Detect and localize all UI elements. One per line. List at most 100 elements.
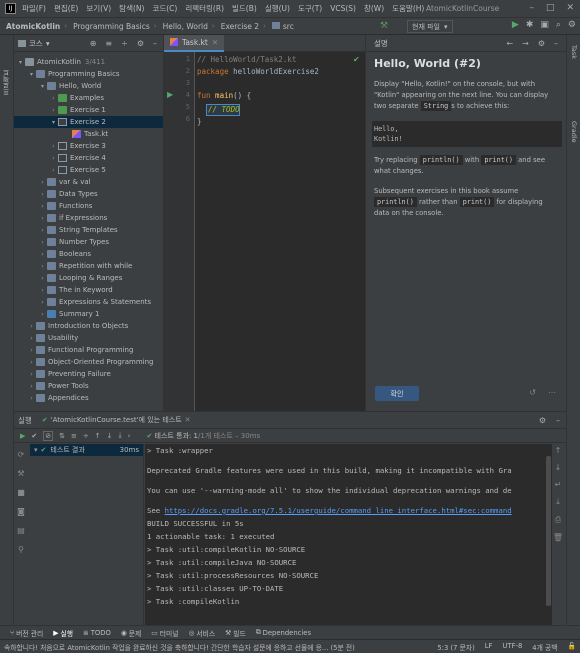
- run-icon[interactable]: ▶: [512, 20, 519, 30]
- tree-item-section[interactable]: › Functional Programming: [14, 344, 163, 356]
- tree-item-section[interactable]: › Object-Oriented Programming: [14, 356, 163, 368]
- tree-item-lesson[interactable]: › Repetition with while: [14, 260, 163, 272]
- trash-icon[interactable]: 🗑: [553, 533, 563, 542]
- settings-icon[interactable]: ⚙: [568, 20, 576, 30]
- project-tool-button[interactable]: 프로젝트: [2, 69, 12, 95]
- expand-icon[interactable]: ÷: [83, 432, 89, 440]
- tree-item-lesson[interactable]: ▾ Hello, World: [14, 80, 163, 92]
- camera-icon[interactable]: ◙: [17, 507, 25, 516]
- caret-position[interactable]: 5:3 (7 문자): [437, 642, 474, 652]
- tree-item-section[interactable]: › Introduction to Objects: [14, 320, 163, 332]
- tree-item-lesson[interactable]: › Expressions & Statements: [14, 296, 163, 308]
- menu-help[interactable]: 도움말(H): [392, 3, 424, 14]
- console-scrollbar[interactable]: [546, 456, 551, 606]
- maximize-icon[interactable]: □: [546, 3, 555, 13]
- search-icon[interactable]: ⌕: [556, 20, 561, 30]
- debug-icon[interactable]: ✱: [526, 20, 534, 30]
- more-icon[interactable]: ⋯: [548, 388, 556, 397]
- prev-failed-icon[interactable]: ↑: [95, 432, 101, 440]
- line-separator[interactable]: LF: [485, 642, 493, 652]
- tree-item-task[interactable]: › Exercise 4: [14, 152, 163, 164]
- arrow-down-icon[interactable]: ↓: [555, 463, 562, 472]
- tool-window-build[interactable]: ⚒ 빌드: [225, 628, 246, 638]
- menu-tools[interactable]: 도구(T): [298, 3, 322, 14]
- more-icon[interactable]: ›: [128, 432, 131, 440]
- sort-icon[interactable]: ⇅: [59, 432, 65, 440]
- code-line-1[interactable]: // HelloWorld/Task2.kt: [197, 55, 296, 64]
- code-line-5[interactable]: // TODO: [208, 105, 240, 114]
- rerun-failed-icon[interactable]: ⟳: [18, 450, 25, 459]
- tool-window-services[interactable]: ◎ 서비스: [188, 628, 215, 638]
- run-configuration-select[interactable]: 현재 파일 ▾: [407, 20, 453, 33]
- tree-item-task[interactable]: › Examples: [14, 92, 163, 104]
- next-failed-icon[interactable]: ↓: [107, 432, 113, 440]
- menu-file[interactable]: 파일(F): [22, 3, 46, 14]
- soft-wrap-icon[interactable]: ↵: [555, 480, 562, 489]
- run-gutter-icon[interactable]: ▶: [167, 90, 173, 99]
- stop-icon[interactable]: ■: [17, 488, 25, 497]
- chevron-down-icon[interactable]: ▾: [46, 39, 50, 48]
- tree-item-lesson[interactable]: › String Templates: [14, 224, 163, 236]
- expand-all-icon[interactable]: ÷: [121, 39, 128, 48]
- tree-item-section[interactable]: ▾ Programming Basics: [14, 68, 163, 80]
- editor-tab-task[interactable]: Task.kt ✕: [164, 34, 225, 52]
- hide-icon[interactable]: –: [554, 39, 558, 48]
- menu-window[interactable]: 창(W): [364, 3, 384, 14]
- tree-item-task[interactable]: › Exercise 3: [14, 140, 163, 152]
- gear-icon[interactable]: ⚙: [137, 39, 144, 48]
- breadcrumb-folder[interactable]: src: [271, 21, 294, 31]
- tree-item-root[interactable]: ▾ AtomicKotlin 3/411: [14, 56, 163, 68]
- rerun-icon[interactable]: ▶: [20, 432, 25, 440]
- code-line-6[interactable]: }: [197, 117, 202, 126]
- tree-item-lesson[interactable]: › The in Keyword: [14, 284, 163, 296]
- menu-vcs[interactable]: VCS(S): [330, 4, 356, 13]
- hide-icon[interactable]: –: [556, 416, 560, 425]
- layout-icon[interactable]: ▤: [17, 526, 25, 535]
- breadcrumb-root[interactable]: AtomicKotlin: [6, 22, 60, 31]
- code-line-2[interactable]: package helloWorldExercise2: [197, 67, 319, 76]
- menu-view[interactable]: 보기(V): [86, 3, 111, 14]
- status-message[interactable]: 속하합니다! 처음으로 AtomicKotlin 작업을 완료하신 것을 축하합…: [4, 642, 404, 652]
- menu-edit[interactable]: 편집(E): [54, 3, 78, 14]
- hide-icon[interactable]: –: [153, 39, 157, 48]
- pin-icon[interactable]: ⚲: [18, 545, 24, 554]
- menu-refactor[interactable]: 리팩터링(R): [185, 3, 224, 14]
- tree-item-lesson[interactable]: › Looping & Ranges: [14, 272, 163, 284]
- tree-item-lesson[interactable]: › Data Types: [14, 188, 163, 200]
- tool-window-problems[interactable]: ◉ 문제: [121, 628, 141, 638]
- tree-item-lesson[interactable]: › var & val: [14, 176, 163, 188]
- breadcrumb-lesson[interactable]: Hello, World: [163, 22, 208, 31]
- tree-item-section[interactable]: › Appendices: [14, 392, 163, 404]
- tool-window-run[interactable]: ▶ 실행: [53, 628, 73, 638]
- tool-window-terminal[interactable]: ▭ 터미널: [151, 628, 178, 638]
- tree-item-lesson[interactable]: › Booleans: [14, 248, 163, 260]
- close-tab-icon[interactable]: ✕: [185, 416, 191, 424]
- gradle-tool-button[interactable]: Gradle: [570, 121, 578, 143]
- tree-item-lesson[interactable]: › if Expressions: [14, 212, 163, 224]
- print-icon[interactable]: ⎙: [555, 515, 561, 525]
- breadcrumb-task[interactable]: Exercise 2: [221, 22, 259, 31]
- breadcrumb-section[interactable]: Programming Basics: [73, 22, 150, 31]
- tree-item-lesson[interactable]: › Number Types: [14, 236, 163, 248]
- tool-window-dependencies[interactable]: ⧉ Dependencies: [256, 628, 311, 637]
- menu-code[interactable]: 코드(C): [152, 3, 177, 14]
- reset-icon[interactable]: ↺: [529, 388, 536, 397]
- tree-item-task[interactable]: › Exercise 1: [14, 104, 163, 116]
- export-icon[interactable]: ⤓: [119, 431, 122, 440]
- gear-icon[interactable]: ⚙: [538, 39, 545, 48]
- coverage-icon[interactable]: ▣: [540, 20, 549, 30]
- tree-item-task[interactable]: › Exercise 5: [14, 164, 163, 176]
- tree-item-section[interactable]: › Power Tools: [14, 380, 163, 392]
- show-ignored-icon[interactable]: ⊘: [43, 430, 54, 441]
- tree-item-lesson[interactable]: › Summary 1: [14, 308, 163, 320]
- console-output[interactable]: > Task :wrapper Deprecated Gradle featur…: [145, 444, 552, 626]
- tool-window-todo[interactable]: ≣ TODO: [83, 629, 111, 637]
- arrow-left-icon[interactable]: ←: [506, 39, 513, 48]
- close-icon[interactable]: ✕: [566, 3, 574, 13]
- show-passed-icon[interactable]: ✔: [31, 432, 37, 440]
- check-button[interactable]: 확인: [375, 386, 419, 401]
- menu-build[interactable]: 빌드(B): [232, 3, 257, 14]
- lock-icon[interactable]: 🔓: [568, 642, 576, 652]
- collapse-icon[interactable]: ≡: [71, 432, 77, 440]
- docs-link[interactable]: https://docs.gradle.org/7.5.1/userguide/…: [165, 506, 512, 515]
